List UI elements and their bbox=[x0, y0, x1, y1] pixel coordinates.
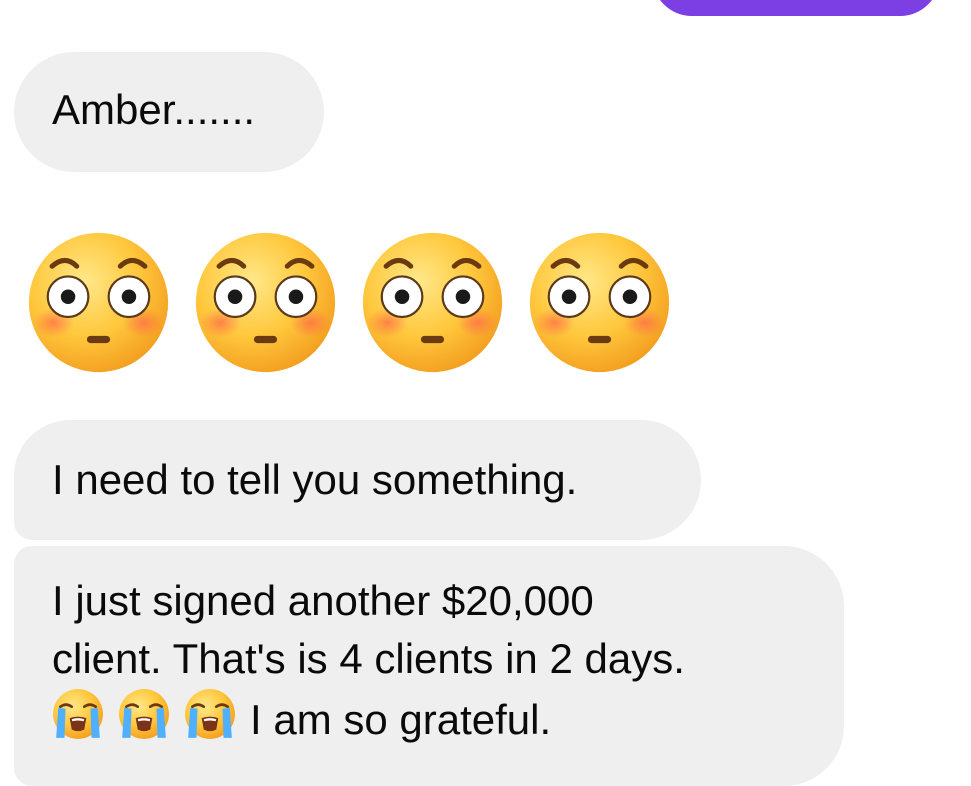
message-text: I need to tell you something. bbox=[52, 456, 578, 503]
message-bubble[interactable]: Amber....... bbox=[14, 52, 324, 172]
loudly-crying-face-icon bbox=[118, 688, 170, 740]
message-bubble[interactable]: I just signed another $20,000 client. Th… bbox=[14, 546, 844, 786]
flushed-face-icon bbox=[527, 230, 672, 375]
flushed-face-icon bbox=[360, 230, 505, 375]
message-text: Amber....... bbox=[52, 86, 256, 133]
message-line: I just signed another $20,000 bbox=[52, 577, 594, 624]
message-line: client. That's is 4 clients in 2 days. bbox=[52, 635, 685, 682]
flushed-face-icon bbox=[26, 230, 171, 375]
loudly-crying-face-icon bbox=[184, 688, 236, 740]
flushed-face-icon bbox=[193, 230, 338, 375]
message-text: I am so grateful. bbox=[250, 696, 552, 743]
emoji-message[interactable] bbox=[26, 230, 672, 375]
message-bubble[interactable]: I need to tell you something. bbox=[14, 420, 701, 540]
outgoing-message-bubble[interactable] bbox=[652, 0, 940, 16]
message-line-last: I am so grateful. bbox=[52, 688, 806, 749]
loudly-crying-face-icon bbox=[52, 688, 104, 740]
